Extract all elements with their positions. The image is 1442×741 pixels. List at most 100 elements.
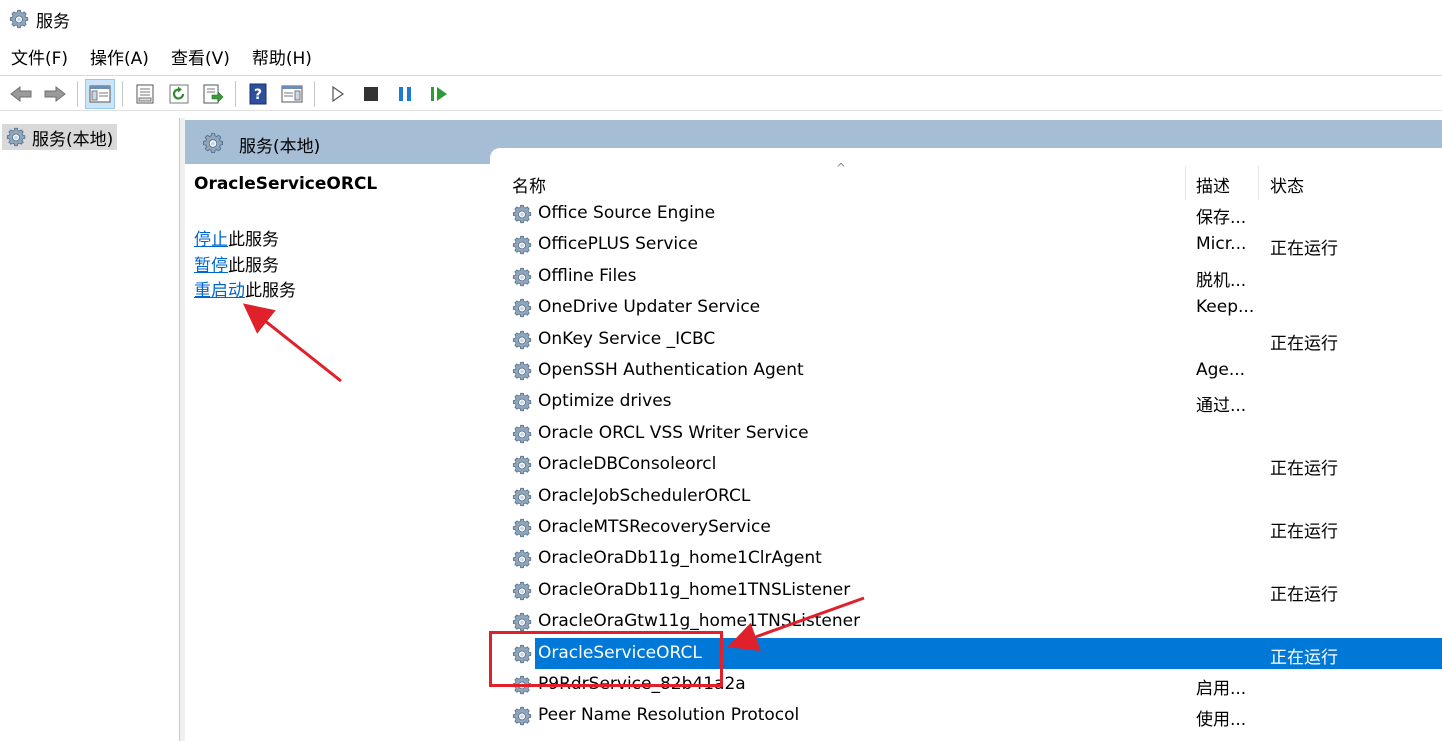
service-name: P9RdrService_82b41a2a	[538, 674, 746, 694]
column-divider[interactable]	[1185, 166, 1186, 200]
properties-button[interactable]	[130, 79, 160, 109]
service-row[interactable]: OracleServiceORCL 正在运行	[490, 637, 1442, 669]
show-console-tree-button[interactable]	[85, 78, 115, 109]
svg-text:?: ?	[254, 87, 262, 103]
start-service-button[interactable]	[322, 79, 352, 109]
properties-icon	[136, 84, 154, 103]
service-name: OneDrive Updater Service	[538, 297, 761, 318]
service-status: 正在运行	[1270, 239, 1338, 260]
window-title: 服务	[36, 11, 70, 32]
column-header-status[interactable]: 状态	[1270, 172, 1304, 197]
service-description: 脱机...	[1196, 270, 1247, 291]
service-row[interactable]: OracleOraDb11g_home1ClrAgent	[490, 543, 1442, 574]
service-row[interactable]: OfficePLUS Service Micr... 正在运行	[490, 229, 1442, 260]
pause-service-icon	[399, 86, 411, 101]
restart-service-link[interactable]: 重启动	[194, 281, 245, 301]
resume-service-button[interactable]	[424, 79, 454, 109]
description-panel: OracleServiceORCL 停止此服务 暂停此服务 重启动此服务	[185, 164, 490, 741]
gear-icon	[510, 486, 534, 508]
gear-icon	[510, 203, 534, 225]
service-row[interactable]: OnKey Service _ICBC 正在运行	[490, 324, 1442, 355]
stop-service-link[interactable]: 停止	[194, 230, 228, 250]
menu-file[interactable]: 文件(F)	[0, 42, 79, 76]
service-row[interactable]: Peer Name Resolution Protocol 使用...	[490, 700, 1442, 731]
service-name: OfficePLUS Service	[538, 234, 698, 255]
service-description: 使用...	[1196, 710, 1247, 731]
back-arrow-icon	[10, 85, 32, 102]
column-header-name[interactable]: 名称	[512, 172, 546, 197]
menu-view[interactable]: 查看(V)	[160, 42, 241, 76]
service-row[interactable]: Optimize drives 通过...	[490, 386, 1442, 417]
service-name: Offline Files	[538, 265, 637, 286]
help-button[interactable]: ?	[243, 79, 273, 109]
selected-service-title: OracleServiceORCL	[194, 174, 378, 194]
service-name: OracleJobSchedulerORCL	[538, 485, 751, 506]
service-row[interactable]: OpenSSH Authentication Agent Age...	[490, 355, 1442, 386]
service-row[interactable]: OracleDBConsoleorcl 正在运行	[490, 449, 1442, 480]
gear-icon	[510, 360, 534, 382]
console-tree-pane: 服务(本地)	[0, 118, 180, 741]
console-tree-icon	[89, 85, 111, 102]
gear-icon	[510, 611, 534, 633]
toolbar-separator	[235, 80, 236, 107]
tree-item-services-local[interactable]: 服务(本地)	[2, 124, 118, 150]
stop-service-button[interactable]	[356, 79, 386, 109]
refresh-button[interactable]	[164, 79, 194, 109]
service-actions: 停止此服务 暂停此服务 重启动此服务	[194, 228, 296, 305]
pause-service-button[interactable]	[390, 79, 420, 109]
gear-icon	[510, 517, 534, 539]
service-row[interactable]: Offline Files 脱机...	[490, 261, 1442, 292]
service-name: OracleOraDb11g_home1ClrAgent	[538, 548, 822, 569]
menu-help[interactable]: 帮助(H)	[241, 42, 323, 76]
gear-icon	[510, 705, 534, 727]
pause-link-suffix: 此服务	[228, 255, 279, 276]
service-name: OracleOraGtw11g_home1TNSListener	[538, 611, 861, 632]
service-description: 保存...	[1196, 208, 1247, 228]
service-row[interactable]: OracleJobSchedulerORCL	[490, 481, 1442, 512]
service-description: Age...	[1196, 360, 1246, 380]
gear-icon	[510, 643, 534, 665]
service-name: Optimize drives	[538, 391, 672, 412]
service-row[interactable]: OracleOraDb11g_home1TNSListener 正在运行	[490, 575, 1442, 606]
service-name: Oracle ORCL VSS Writer Service	[538, 422, 809, 443]
column-divider[interactable]	[1258, 166, 1259, 200]
service-description: Micr...	[1196, 234, 1247, 255]
gear-icon	[510, 266, 534, 288]
gear-icon	[201, 131, 225, 155]
back-button[interactable]	[6, 79, 36, 109]
services-pane: 服务(本地) OracleServiceORCL 停止此服务 暂停此服务 重启动…	[185, 120, 1442, 741]
show-action-pane-button[interactable]	[277, 79, 307, 109]
service-name: OracleDBConsoleorcl	[538, 454, 717, 475]
service-row[interactable]: Oracle ORCL VSS Writer Service	[490, 418, 1442, 449]
gear-icon	[510, 297, 534, 319]
services-list: ^ 名称 描述 状态 Office Source Engine 保存... Offi…	[490, 161, 1442, 741]
gear-icon	[510, 454, 534, 476]
gear-icon	[510, 329, 534, 351]
start-service-icon	[332, 85, 345, 102]
service-row[interactable]: OracleOraGtw11g_home1TNSListener	[490, 606, 1442, 637]
service-row[interactable]: P9RdrService_82b41a2a 启用...	[490, 669, 1442, 700]
pause-service-link[interactable]: 暂停	[194, 256, 228, 276]
gear-icon	[4, 126, 28, 148]
export-list-button[interactable]	[198, 79, 228, 109]
forward-button[interactable]	[40, 79, 70, 109]
action-pane-icon	[281, 85, 303, 102]
column-header-row: ^ 名称 描述 状态	[490, 161, 1442, 200]
service-row[interactable]: Office Source Engine 保存...	[490, 198, 1442, 229]
help-icon: ?	[249, 83, 267, 104]
menu-action[interactable]: 操作(A)	[79, 42, 160, 76]
gear-icon	[510, 423, 534, 445]
service-row[interactable]: OracleMTSRecoveryService 正在运行	[490, 512, 1442, 543]
forward-arrow-icon	[44, 85, 66, 102]
gear-icon	[510, 391, 534, 413]
column-header-description[interactable]: 描述	[1196, 172, 1230, 197]
tree-item-label: 服务(本地)	[32, 129, 114, 150]
toolbar-separator	[122, 80, 123, 107]
stop-service-icon	[364, 86, 378, 101]
gear-icon	[8, 8, 30, 30]
title-bar: 服务	[0, 0, 1442, 38]
gear-icon	[510, 674, 534, 696]
service-row[interactable]: OneDrive Updater Service Keep...	[490, 292, 1442, 323]
service-name: Peer Name Resolution Protocol	[538, 705, 800, 726]
service-name: OracleMTSRecoveryService	[538, 517, 771, 537]
